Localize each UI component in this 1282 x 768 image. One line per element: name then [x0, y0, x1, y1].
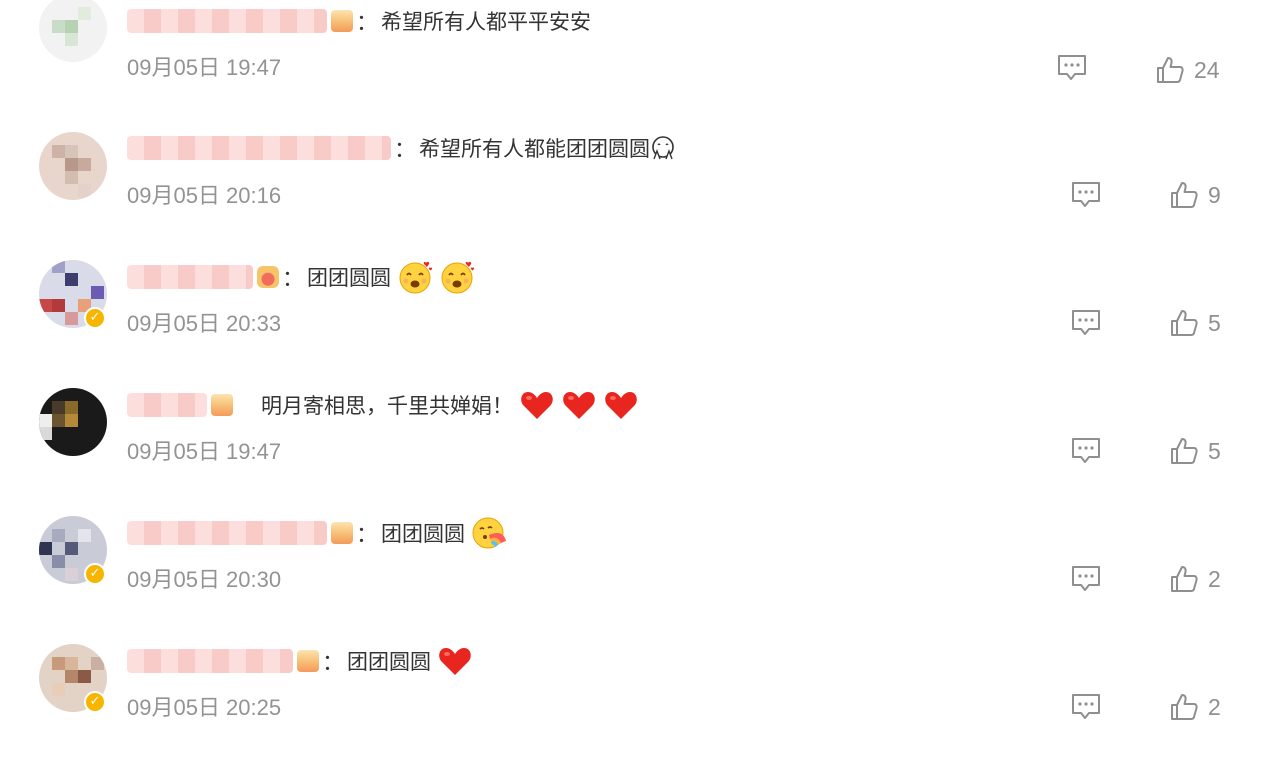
- member-crown-badge-icon: [257, 266, 279, 288]
- username-blurred[interactable]: [127, 9, 327, 33]
- verified-badge-icon: ✓: [84, 307, 106, 329]
- like-button[interactable]: 9: [1170, 179, 1221, 211]
- name-separator: ：: [394, 138, 417, 163]
- like-button[interactable]: 2: [1170, 563, 1221, 595]
- like-count: 9: [1208, 181, 1221, 208]
- red-heart-icon: [439, 648, 471, 675]
- red-heart-icon: [521, 392, 553, 419]
- reply-icon[interactable]: [1071, 309, 1101, 339]
- comment-content: ： 团团圆圆: [127, 515, 507, 551]
- username-blurred[interactable]: [127, 136, 391, 160]
- reply-icon[interactable]: [1071, 437, 1101, 467]
- smiling-face-with-hearts-icon: [441, 261, 475, 294]
- comment-content: ： 团团圆圆: [127, 259, 475, 295]
- comment-bubble-icon: [1072, 566, 1100, 591]
- comment-item: ： 明月寄相思，千里共婵娟！ 09月05日 19:47 5: [0, 384, 1282, 512]
- name-separator: ：: [282, 267, 305, 292]
- comment-timestamp: 09月05日 19:47: [127, 439, 282, 464]
- comment-content: ： 希望所有人都能团团圆圆: [127, 130, 676, 166]
- name-separator: ：: [322, 651, 345, 676]
- thumbs-up-icon: [1157, 57, 1184, 83]
- comment-timestamp: 09月05日 20:30: [127, 567, 282, 592]
- reply-icon[interactable]: [1071, 181, 1101, 211]
- comment-timestamp: 09月05日 20:16: [127, 183, 282, 208]
- member-badge-icon: [331, 522, 353, 544]
- like-count: 2: [1208, 693, 1221, 720]
- comment-timestamp: 09月05日 20:33: [127, 311, 282, 336]
- rainbow-face-icon: [472, 517, 507, 549]
- thumbs-up-icon: [1171, 182, 1198, 208]
- verified-badge-icon: ✓: [84, 691, 106, 713]
- like-button[interactable]: 24: [1156, 54, 1220, 86]
- comment-item: ✓ ： 团团圆圆 09月05日 20:25 2: [0, 640, 1282, 768]
- username-blurred[interactable]: [127, 649, 293, 673]
- avatar[interactable]: [39, 388, 107, 456]
- comment-bubble-icon: [1072, 310, 1100, 335]
- avatar[interactable]: [39, 132, 107, 200]
- hugging-face-icon: [652, 136, 674, 160]
- username-blurred[interactable]: [127, 265, 253, 289]
- name-separator: ：: [356, 523, 379, 548]
- member-badge-icon: [331, 10, 353, 32]
- username-blurred[interactable]: [127, 521, 327, 545]
- smiling-face-with-hearts-icon: [399, 261, 433, 294]
- comment-text: 明月寄相思，千里共婵娟！: [261, 394, 514, 418]
- like-button[interactable]: 5: [1170, 435, 1221, 467]
- thumbs-up-icon: [1171, 310, 1198, 336]
- like-button[interactable]: 2: [1170, 691, 1221, 723]
- username-blurred[interactable]: [127, 393, 207, 417]
- comment-content: ： 希望所有人都平平安安: [127, 3, 591, 39]
- like-count: 2: [1208, 565, 1221, 592]
- member-badge-icon: [297, 650, 319, 672]
- comment-text: 团团圆圆: [381, 522, 466, 546]
- reply-icon[interactable]: [1071, 693, 1101, 723]
- member-badge-icon: [211, 394, 233, 416]
- comment-item: ✓ ： 团团圆圆 09月05日 20:30 2: [0, 512, 1282, 640]
- avatar[interactable]: [39, 0, 107, 62]
- name-separator: ：: [356, 11, 379, 36]
- thumbs-up-icon: [1171, 566, 1198, 592]
- comment-timestamp: 09月05日 20:25: [127, 695, 282, 720]
- comment-content: ： 明月寄相思，千里共婵娟！: [127, 387, 639, 423]
- comment-text: 希望所有人都平平安安: [381, 10, 592, 34]
- thumbs-up-icon: [1171, 438, 1198, 464]
- verified-badge-icon: ✓: [84, 563, 106, 585]
- comment-bubble-icon: [1072, 182, 1100, 207]
- comment-text: 团团圆圆: [307, 266, 392, 290]
- like-count: 5: [1208, 309, 1221, 336]
- comment-bubble-icon: [1058, 55, 1086, 80]
- comment-item: ： 希望所有人都平平安安 09月05日 19:47 24: [0, 0, 1282, 128]
- like-count: 5: [1208, 437, 1221, 464]
- comment-text: 希望所有人都能团团圆圆: [419, 137, 651, 161]
- like-count: 24: [1194, 56, 1220, 83]
- comment-content: ： 团团圆圆: [127, 643, 473, 679]
- comment-text: 团团圆圆: [347, 650, 432, 674]
- reply-icon[interactable]: [1071, 565, 1101, 595]
- comment-item: ✓ ： 团团圆圆 09月05日 20:33 5: [0, 256, 1282, 384]
- red-heart-icon: [563, 392, 595, 419]
- comment-timestamp: 09月05日 19:47: [127, 55, 282, 80]
- red-heart-icon: [605, 392, 637, 419]
- comment-item: ： 希望所有人都能团团圆圆 09月05日 20:16 9: [0, 128, 1282, 256]
- like-button[interactable]: 5: [1170, 307, 1221, 339]
- reply-icon[interactable]: [1057, 54, 1087, 84]
- comment-bubble-icon: [1072, 438, 1100, 463]
